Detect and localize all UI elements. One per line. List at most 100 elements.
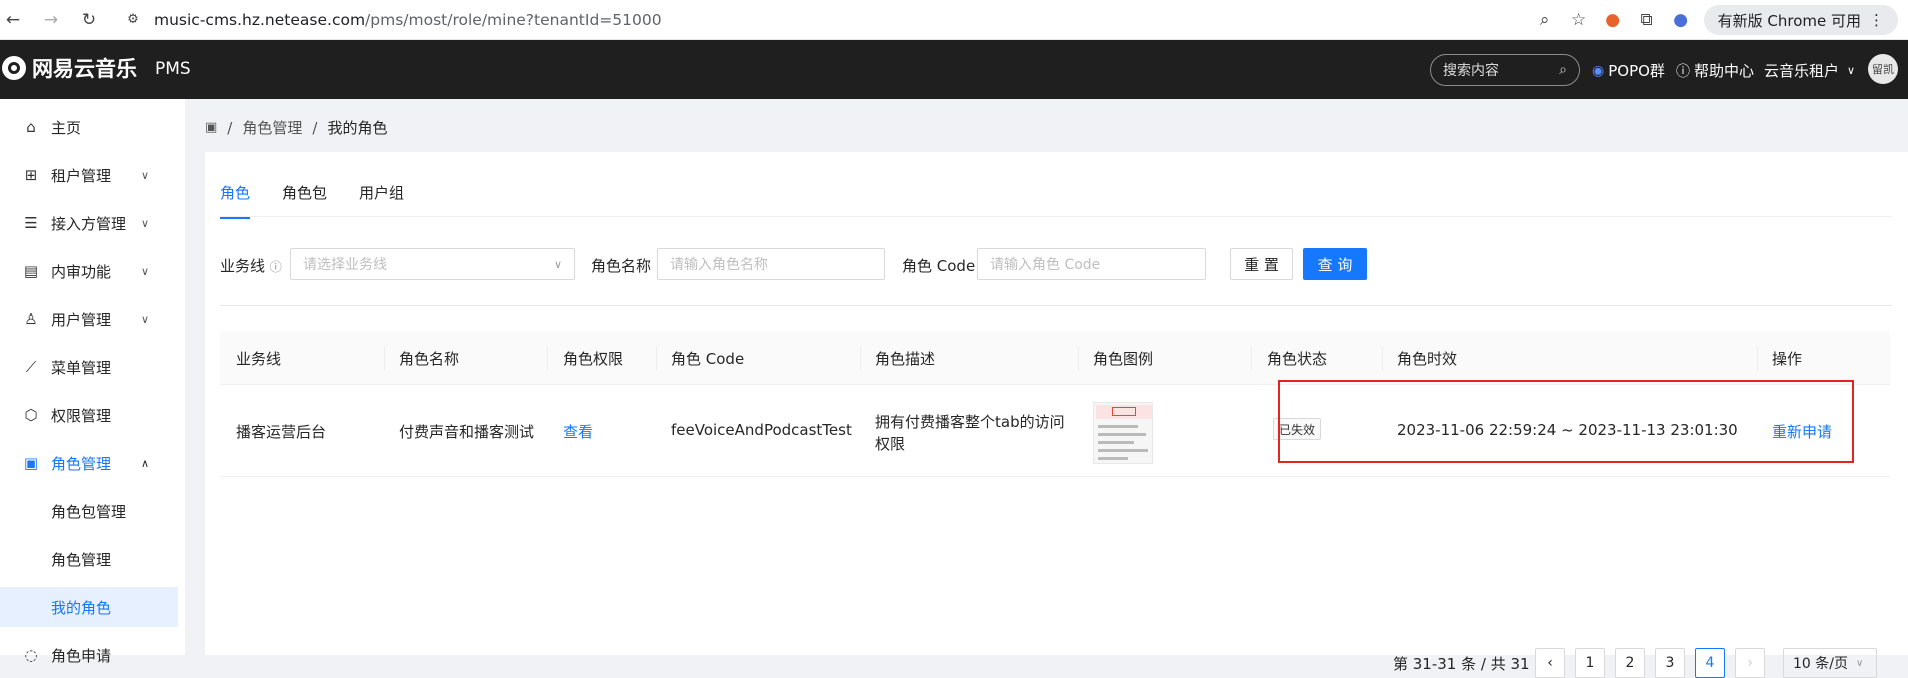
col-status: 角色状态 [1267,350,1328,368]
header-search-input[interactable]: 搜索内容 ⌕ [1430,54,1580,86]
tenant-dropdown[interactable]: 云音乐租户 ∨ [1764,60,1855,81]
cell-desc-line2: 权限 [875,435,906,453]
chevron-down-icon: ∨ [1855,657,1864,669]
breadcrumb-current: 我的角色 [327,119,388,137]
popo-icon: ◉ [1592,62,1605,79]
filter-divider [220,305,1892,306]
col-separator [1078,346,1079,370]
role-name-input[interactable]: 请输入角色名称 [657,248,885,280]
profile-icon[interactable]: ● [1670,9,1692,31]
reload-icon[interactable]: ↻ [78,9,100,31]
thumbnail-line [1098,433,1146,436]
sidebar-item-home[interactable]: ⌂ 主页 [0,107,178,147]
update-label: 有新版 Chrome 可用 [1717,11,1861,30]
col-separator [1757,346,1758,370]
back-icon[interactable]: ← [2,9,24,31]
sidebar-item-label: 权限管理 [51,406,112,425]
biz-label: 业务线 ⓘ [220,255,282,276]
popo-label: POPO群 [1608,62,1665,80]
gold-icon: ⬡ [24,406,38,424]
url-host: music-cms.hz.netease.com [154,10,366,29]
brand-logo[interactable]: 网易云音乐 [2,53,137,83]
sidebar-item-access[interactable]: ☰ 接入方管理 ∨ [0,203,178,243]
more-menu-icon: ⋮ [1869,11,1884,29]
reset-button[interactable]: 重 置 [1230,248,1293,280]
sidebar-item-label: 角色申请 [51,646,112,665]
chevron-up-icon: ∧ [141,456,150,470]
breadcrumb-role-manage[interactable]: 角色管理 [242,117,302,138]
col-separator [1382,346,1383,370]
site-info-icon[interactable]: ⚙ [122,9,144,31]
sidebar-item-label: 角色包管理 [51,502,127,521]
browser-toolbar: ← → ↻ ⚙ music-cms.hz.netease.com/pms/mos… [0,0,1908,40]
zoom-icon[interactable]: ⌕ [1534,9,1556,31]
thumbnail-highlight [1112,407,1136,416]
bookmark-star-icon[interactable]: ☆ [1568,9,1590,31]
sidebar-item-label: 主页 [51,118,82,137]
sidebar-item-role-apply[interactable]: ◌ 角色申请 [0,635,178,675]
breadcrumb-sep: / [227,118,233,137]
sidebar: ⌂ 主页 ⊞ 租户管理 ∨ ☰ 接入方管理 ∨ ▤ 内审功能 ∨ ♙ 用户管理 ∨ ⟋ 菜单管理 ⬡… [0,99,185,665]
tab-user-group[interactable]: 用户组 [359,182,404,219]
sidebar-item-audit[interactable]: ▤ 内审功能 ∨ [0,251,178,291]
page-1-button[interactable]: 1 [1575,648,1605,678]
thumbnail-line [1098,441,1134,444]
sidebar-item-label: 租户管理 [51,166,112,185]
help-icon: ⓘ [1676,63,1690,80]
tenant-label: 云音乐租户 [1764,62,1840,80]
extensions-puzzle-icon[interactable]: ⧉ [1636,9,1658,31]
next-page-button[interactable]: › [1735,648,1765,678]
tab-role[interactable]: 角色 [220,182,251,219]
page-2-button[interactable]: 2 [1615,648,1645,678]
sidebar-item-label: 菜单管理 [51,358,112,377]
question-circle-icon: ⓘ [269,260,282,274]
tab-role-package[interactable]: 角色包 [282,182,327,219]
popo-group-link[interactable]: ◉ POPO群 [1592,60,1665,81]
cluster-icon: ⊞ [24,166,38,184]
page-size-select[interactable]: 10 条/页 ∨ [1783,648,1877,678]
col-separator [547,346,548,370]
page-3-button[interactable]: 3 [1655,648,1685,678]
biz-label-text: 业务线 [220,257,266,275]
role-code-input[interactable]: 请输入角色 Code [977,248,1206,280]
biz-select[interactable]: 请选择业务线 ∨ [290,248,575,280]
pagination-summary: 第 31-31 条 / 共 31 条 [1393,655,1550,673]
role-example-thumbnail[interactable] [1093,402,1153,464]
sidebar-item-role-package[interactable]: 角色包管理 [0,491,178,531]
sidebar-item-permission[interactable]: ⬡ 权限管理 [0,395,178,435]
role-name-label: 角色名称 [591,257,652,275]
sidebar-item-label: 角色管理 [51,550,112,569]
breadcrumb-home-icon[interactable]: ▣ [205,120,217,135]
sidebar-item-label: 我的角色 [51,598,112,617]
sidebar-item-role[interactable]: ▣ 角色管理 ∧ [0,443,178,483]
col-separator [384,346,385,370]
avatar[interactable]: 留凯 [1868,54,1898,84]
sidebar-item-users[interactable]: ♙ 用户管理 ∨ [0,299,178,339]
page-4-button[interactable]: 4 [1695,648,1725,678]
sidebar-item-role-manage[interactable]: 角色管理 [0,539,178,579]
user-icon: ♙ [24,310,38,328]
sidebar-item-label: 内审功能 [51,262,112,281]
help-center-link[interactable]: ⓘ 帮助中心 [1676,60,1754,81]
tab-underline [220,216,1892,217]
view-permission-link[interactable]: 查看 [563,421,593,442]
sidebar-item-my-role[interactable]: 我的角色 [0,587,178,627]
page-size-label: 10 条/页 [1793,656,1848,672]
chevron-left-icon: ‹ [1547,655,1553,671]
chevron-down-icon: ∨ [553,257,562,271]
query-button[interactable]: 查 询 [1303,248,1367,280]
sidebar-item-tenant[interactable]: ⊞ 租户管理 ∨ [0,155,178,195]
col-action: 操作 [1772,350,1803,368]
prev-page-button[interactable]: ‹ [1535,648,1565,678]
extension-icon[interactable]: ● [1602,9,1624,31]
sidebar-item-menu[interactable]: ⟋ 菜单管理 [0,347,178,387]
highlight-annotation-box [1278,380,1854,463]
forward-icon[interactable]: → [40,9,62,31]
address-bar[interactable]: music-cms.hz.netease.com/pms/most/role/m… [154,11,662,29]
col-example: 角色图例 [1093,350,1154,368]
bank-icon: ⌂ [26,118,36,136]
role-name-placeholder: 请输入角色名称 [670,257,768,273]
role-code-placeholder: 请输入角色 Code [990,257,1101,273]
chrome-update-button[interactable]: 有新版 Chrome 可用 ⋮ [1703,5,1898,35]
col-validity: 角色时效 [1397,350,1458,368]
